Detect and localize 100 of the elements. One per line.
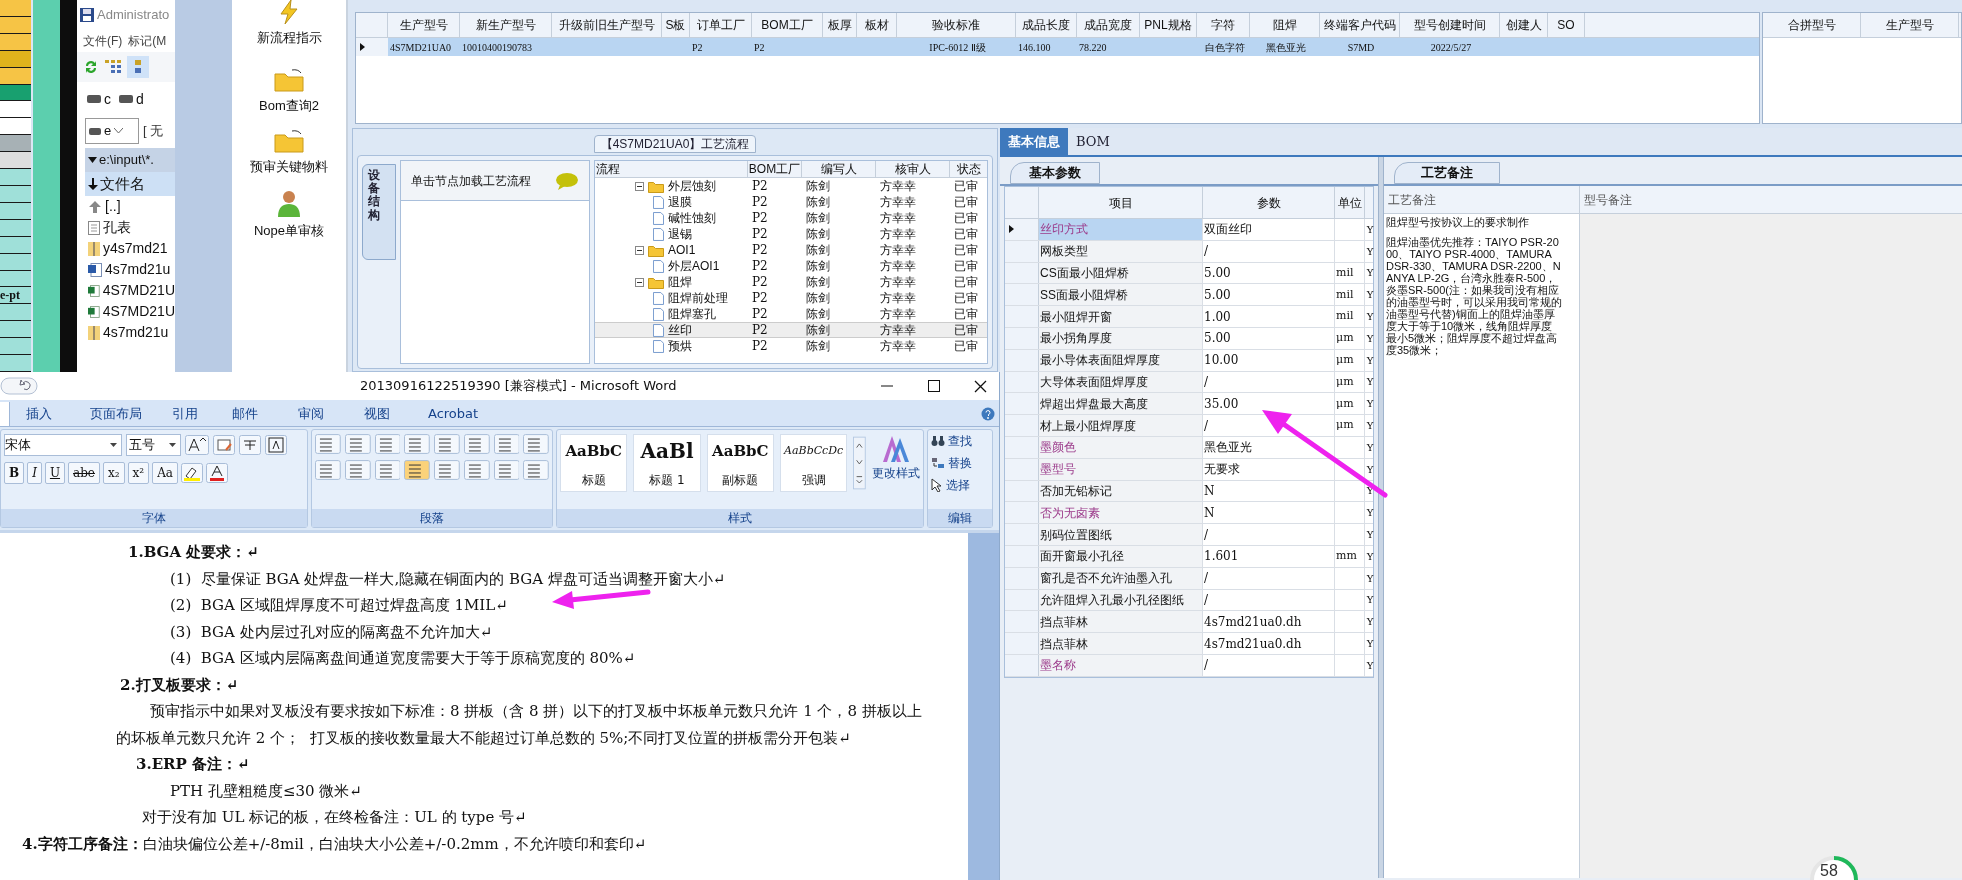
style-tile[interactable]: AaBbCcDc 强调: [780, 434, 848, 492]
collapse-toggle-icon[interactable]: [635, 245, 644, 255]
column-header[interactable]: 单位: [1335, 187, 1365, 218]
tree-row[interactable]: 外层AOI1 P2 陈剑 方幸幸 已审: [595, 258, 987, 274]
column-header[interactable]: 终端客户代码: [1320, 13, 1400, 37]
tree-label[interactable]: 丝印: [668, 321, 692, 339]
table-cell[interactable]: 墨型号: [1039, 458, 1203, 480]
column-header[interactable]: 项目: [1039, 187, 1203, 218]
table-cell[interactable]: 否加无铅标记: [1039, 480, 1203, 502]
tree-label[interactable]: 外层蚀刻: [668, 177, 716, 195]
table-cell[interactable]: 别码位置图纸: [1039, 524, 1203, 545]
file-name[interactable]: 4s7md21u: [105, 259, 171, 280]
column-header[interactable]: 型号备注: [1580, 186, 1962, 213]
launcher-label[interactable]: Nope单审核: [253, 220, 325, 240]
table-cell[interactable]: 墨颜色: [1039, 436, 1203, 458]
tab[interactable]: 工艺备注: [1394, 162, 1500, 184]
column-header[interactable]: 参数: [1203, 187, 1335, 218]
drive-label[interactable]: d: [136, 88, 144, 110]
column-header[interactable]: 订单工厂: [690, 13, 752, 37]
table-cell[interactable]: 材上最小阻焊厚度: [1039, 415, 1203, 436]
edit-command[interactable]: 替换: [948, 454, 972, 472]
column-header[interactable]: BOM工厂: [752, 13, 823, 37]
drive-select[interactable]: e: [85, 118, 139, 144]
file-name[interactable]: 孔表: [103, 217, 131, 238]
tree-row[interactable]: 退膜 P2 陈剑 方幸幸 已审: [595, 194, 987, 210]
table-cell[interactable]: 窗孔是否不允许油墨入孔: [1039, 567, 1203, 589]
tab[interactable]: BOM: [1068, 128, 1118, 155]
table-row[interactable]: 4S7MD21UA0 10010400190783 P2 P2 IPC-6012 Ⅱ级 146.100 78.220 白色字符 黑色亚光 S7MD 2022/5/27: [356, 38, 1759, 56]
tab[interactable]: 基本参数: [1010, 162, 1100, 184]
font-name-field[interactable]: 宋体: [4, 434, 122, 456]
tree-label[interactable]: 阻焊: [668, 273, 692, 291]
column-header[interactable]: 新生产型号: [460, 13, 552, 37]
menu-item[interactable]: 文件(F): [83, 32, 123, 50]
column-header[interactable]: 板厚: [823, 13, 857, 37]
file-name[interactable]: 4S7MD21U: [102, 301, 175, 322]
file-name[interactable]: y4s7md21: [103, 238, 168, 259]
side-tab[interactable]: 设备结构: [362, 164, 396, 260]
launcher-label[interactable]: 新流程指示: [256, 28, 322, 48]
column-header[interactable]: 板材: [857, 13, 897, 37]
grow-font-icon[interactable]: [185, 435, 209, 455]
character-border-icon[interactable]: [265, 435, 287, 455]
column-header[interactable]: 合拼型号: [1763, 13, 1861, 37]
column-header[interactable]: SO: [1548, 13, 1585, 37]
ribbon-tab[interactable]: Acrobat: [428, 402, 479, 426]
tree-label[interactable]: 退锡: [668, 225, 692, 243]
format-button[interactable]: x₂: [102, 462, 125, 484]
tree-label[interactable]: 阻焊前处理: [668, 289, 728, 307]
table-cell[interactable]: 面开窗最小孔径: [1039, 545, 1203, 567]
format-button[interactable]: abe: [68, 462, 100, 484]
drive-label[interactable]: c: [104, 88, 111, 110]
column-header[interactable]: BOM工厂: [748, 161, 802, 177]
maximize-icon[interactable]: [928, 380, 940, 392]
column-header[interactable]: 成品长度: [1016, 13, 1077, 37]
format-button[interactable]: Aa: [152, 462, 178, 484]
table-cell[interactable]: 焊超出焊盘最大高度: [1039, 393, 1203, 415]
ribbon-tab[interactable]: 页面布局: [90, 402, 142, 426]
file-name[interactable]: 4s7md21u: [103, 322, 169, 343]
tree-row[interactable]: 阻焊 P2 陈剑 方幸幸 已审: [595, 274, 987, 290]
font-size-field[interactable]: 五号: [126, 434, 181, 456]
file-name[interactable]: [..]: [105, 196, 121, 217]
column-header[interactable]: 状态: [950, 161, 987, 177]
change-styles-button[interactable]: 更改样式: [872, 464, 920, 482]
tree-label[interactable]: 外层AOI1: [668, 257, 720, 275]
tree-label[interactable]: 退膜: [668, 193, 692, 211]
grid-view-icon[interactable]: [105, 60, 121, 74]
collapse-toggle-icon[interactable]: [635, 181, 644, 191]
tree-label[interactable]: 阻焊塞孔: [668, 305, 716, 323]
column-header[interactable]: 生产型号: [388, 13, 460, 37]
lightning-icon[interactable]: [277, 0, 301, 24]
collapse-toggle-icon[interactable]: [635, 277, 644, 287]
table-cell[interactable]: 挡点菲林: [1039, 633, 1203, 654]
table-cell[interactable]: 墨名称: [1039, 654, 1203, 676]
column-header[interactable]: PNL规格: [1140, 13, 1197, 37]
column-header[interactable]: 型号创建时间: [1400, 13, 1500, 37]
tree-row[interactable]: 丝印 P2 陈剑 方幸幸 已审: [595, 322, 987, 338]
ribbon-tab[interactable]: 视图: [364, 402, 390, 426]
folder-icon[interactable]: [274, 129, 304, 153]
format-button[interactable]: x²: [127, 462, 150, 484]
tree-label[interactable]: AOI1: [668, 241, 696, 259]
ribbon-tab[interactable]: 邮件: [232, 402, 258, 426]
help-icon[interactable]: [981, 407, 995, 421]
change-styles-icon[interactable]: [881, 434, 911, 464]
table-cell[interactable]: 允许阻焊入孔最小孔径图纸: [1039, 589, 1203, 611]
row-header[interactable]: [1005, 219, 1039, 240]
table-cell[interactable]: CS面最小阻焊桥: [1039, 262, 1203, 284]
column-header[interactable]: 升级前旧生产型号: [552, 13, 662, 37]
menu-item[interactable]: 标记(M: [128, 32, 167, 50]
refresh-icon[interactable]: [83, 59, 99, 75]
format-button[interactable]: U: [44, 462, 66, 484]
column-header[interactable]: 文件名: [85, 172, 175, 196]
table-cell[interactable]: 否为无卤素: [1039, 502, 1203, 524]
close-icon[interactable]: [974, 379, 987, 393]
tree-row[interactable]: 阻焊塞孔 P2 陈剑 方幸幸 已审: [595, 306, 987, 322]
column-header[interactable]: 流程: [595, 161, 748, 177]
column-header[interactable]: 工艺备注: [1384, 186, 1580, 213]
table-cell[interactable]: 最小导体表面阻焊厚度: [1039, 349, 1203, 371]
file-name[interactable]: 4S7MD21U: [102, 280, 175, 301]
launcher-label[interactable]: Bom查询2: [259, 95, 319, 115]
format-button[interactable]: B: [4, 462, 25, 484]
table-cell[interactable]: 最小阻焊开窗: [1039, 306, 1203, 327]
